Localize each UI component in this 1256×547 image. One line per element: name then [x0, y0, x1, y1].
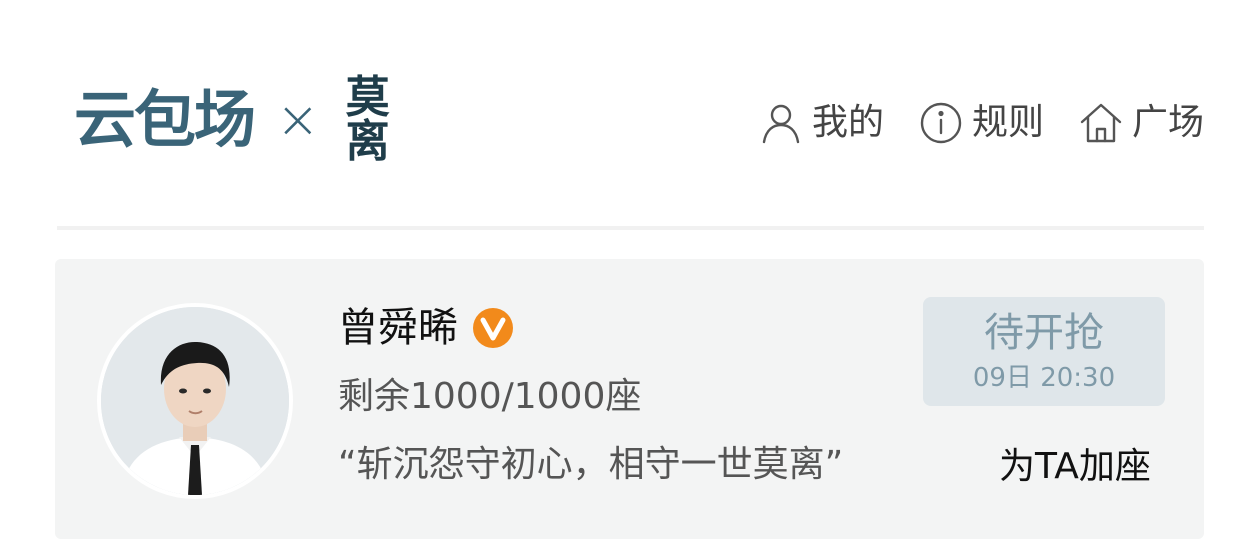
partner-logo-char-2: 离: [345, 116, 390, 167]
verified-badge-icon: [473, 308, 513, 348]
nav-label-mine: 我的: [811, 102, 884, 143]
pending-grab-button[interactable]: 待开抢 09日 20:30: [923, 297, 1165, 406]
status-title: 待开抢: [984, 309, 1104, 356]
info-icon: [920, 102, 962, 144]
nav-item-rules[interactable]: 规则: [918, 100, 1044, 146]
nav-item-square[interactable]: 广场: [1078, 100, 1204, 146]
remaining-seats: 剩余1000/1000座: [338, 376, 642, 417]
nav-item-mine[interactable]: 我的: [758, 100, 884, 146]
brand-logo: 云包场: [74, 83, 256, 156]
partner-logo-char-1: 莫: [345, 72, 390, 123]
nav-label-rules: 规则: [971, 102, 1044, 143]
status-time: 09日 20:30: [972, 362, 1116, 393]
slogan-quote: “斩沉怨守初心，相守一世莫离”: [338, 444, 844, 485]
home-icon: [1080, 103, 1122, 143]
avatar-portrait: [101, 307, 289, 495]
nav-label-square: 广场: [1131, 102, 1204, 143]
celebrity-name[interactable]: 曾舜晞: [338, 308, 458, 348]
celebrity-card[interactable]: 曾舜晞 剩余1000/1000座 “斩沉怨守初心，相守一世莫离” 待开抢 09日…: [55, 259, 1204, 539]
add-seat-link[interactable]: 为TA加座: [999, 449, 1151, 485]
brand-logo-group[interactable]: 云包场 × 莫 离: [74, 70, 390, 170]
divider: [57, 226, 1204, 230]
name-row: 曾舜晞: [338, 307, 514, 349]
avatar[interactable]: [97, 303, 293, 499]
user-icon: [762, 104, 800, 144]
header: 云包场 × 莫 离 我的 规则 广场: [0, 0, 1256, 228]
collab-separator: ×: [276, 90, 320, 150]
partner-logo: 莫 离: [346, 76, 390, 164]
top-nav: 我的 规则 广场: [758, 100, 1204, 146]
